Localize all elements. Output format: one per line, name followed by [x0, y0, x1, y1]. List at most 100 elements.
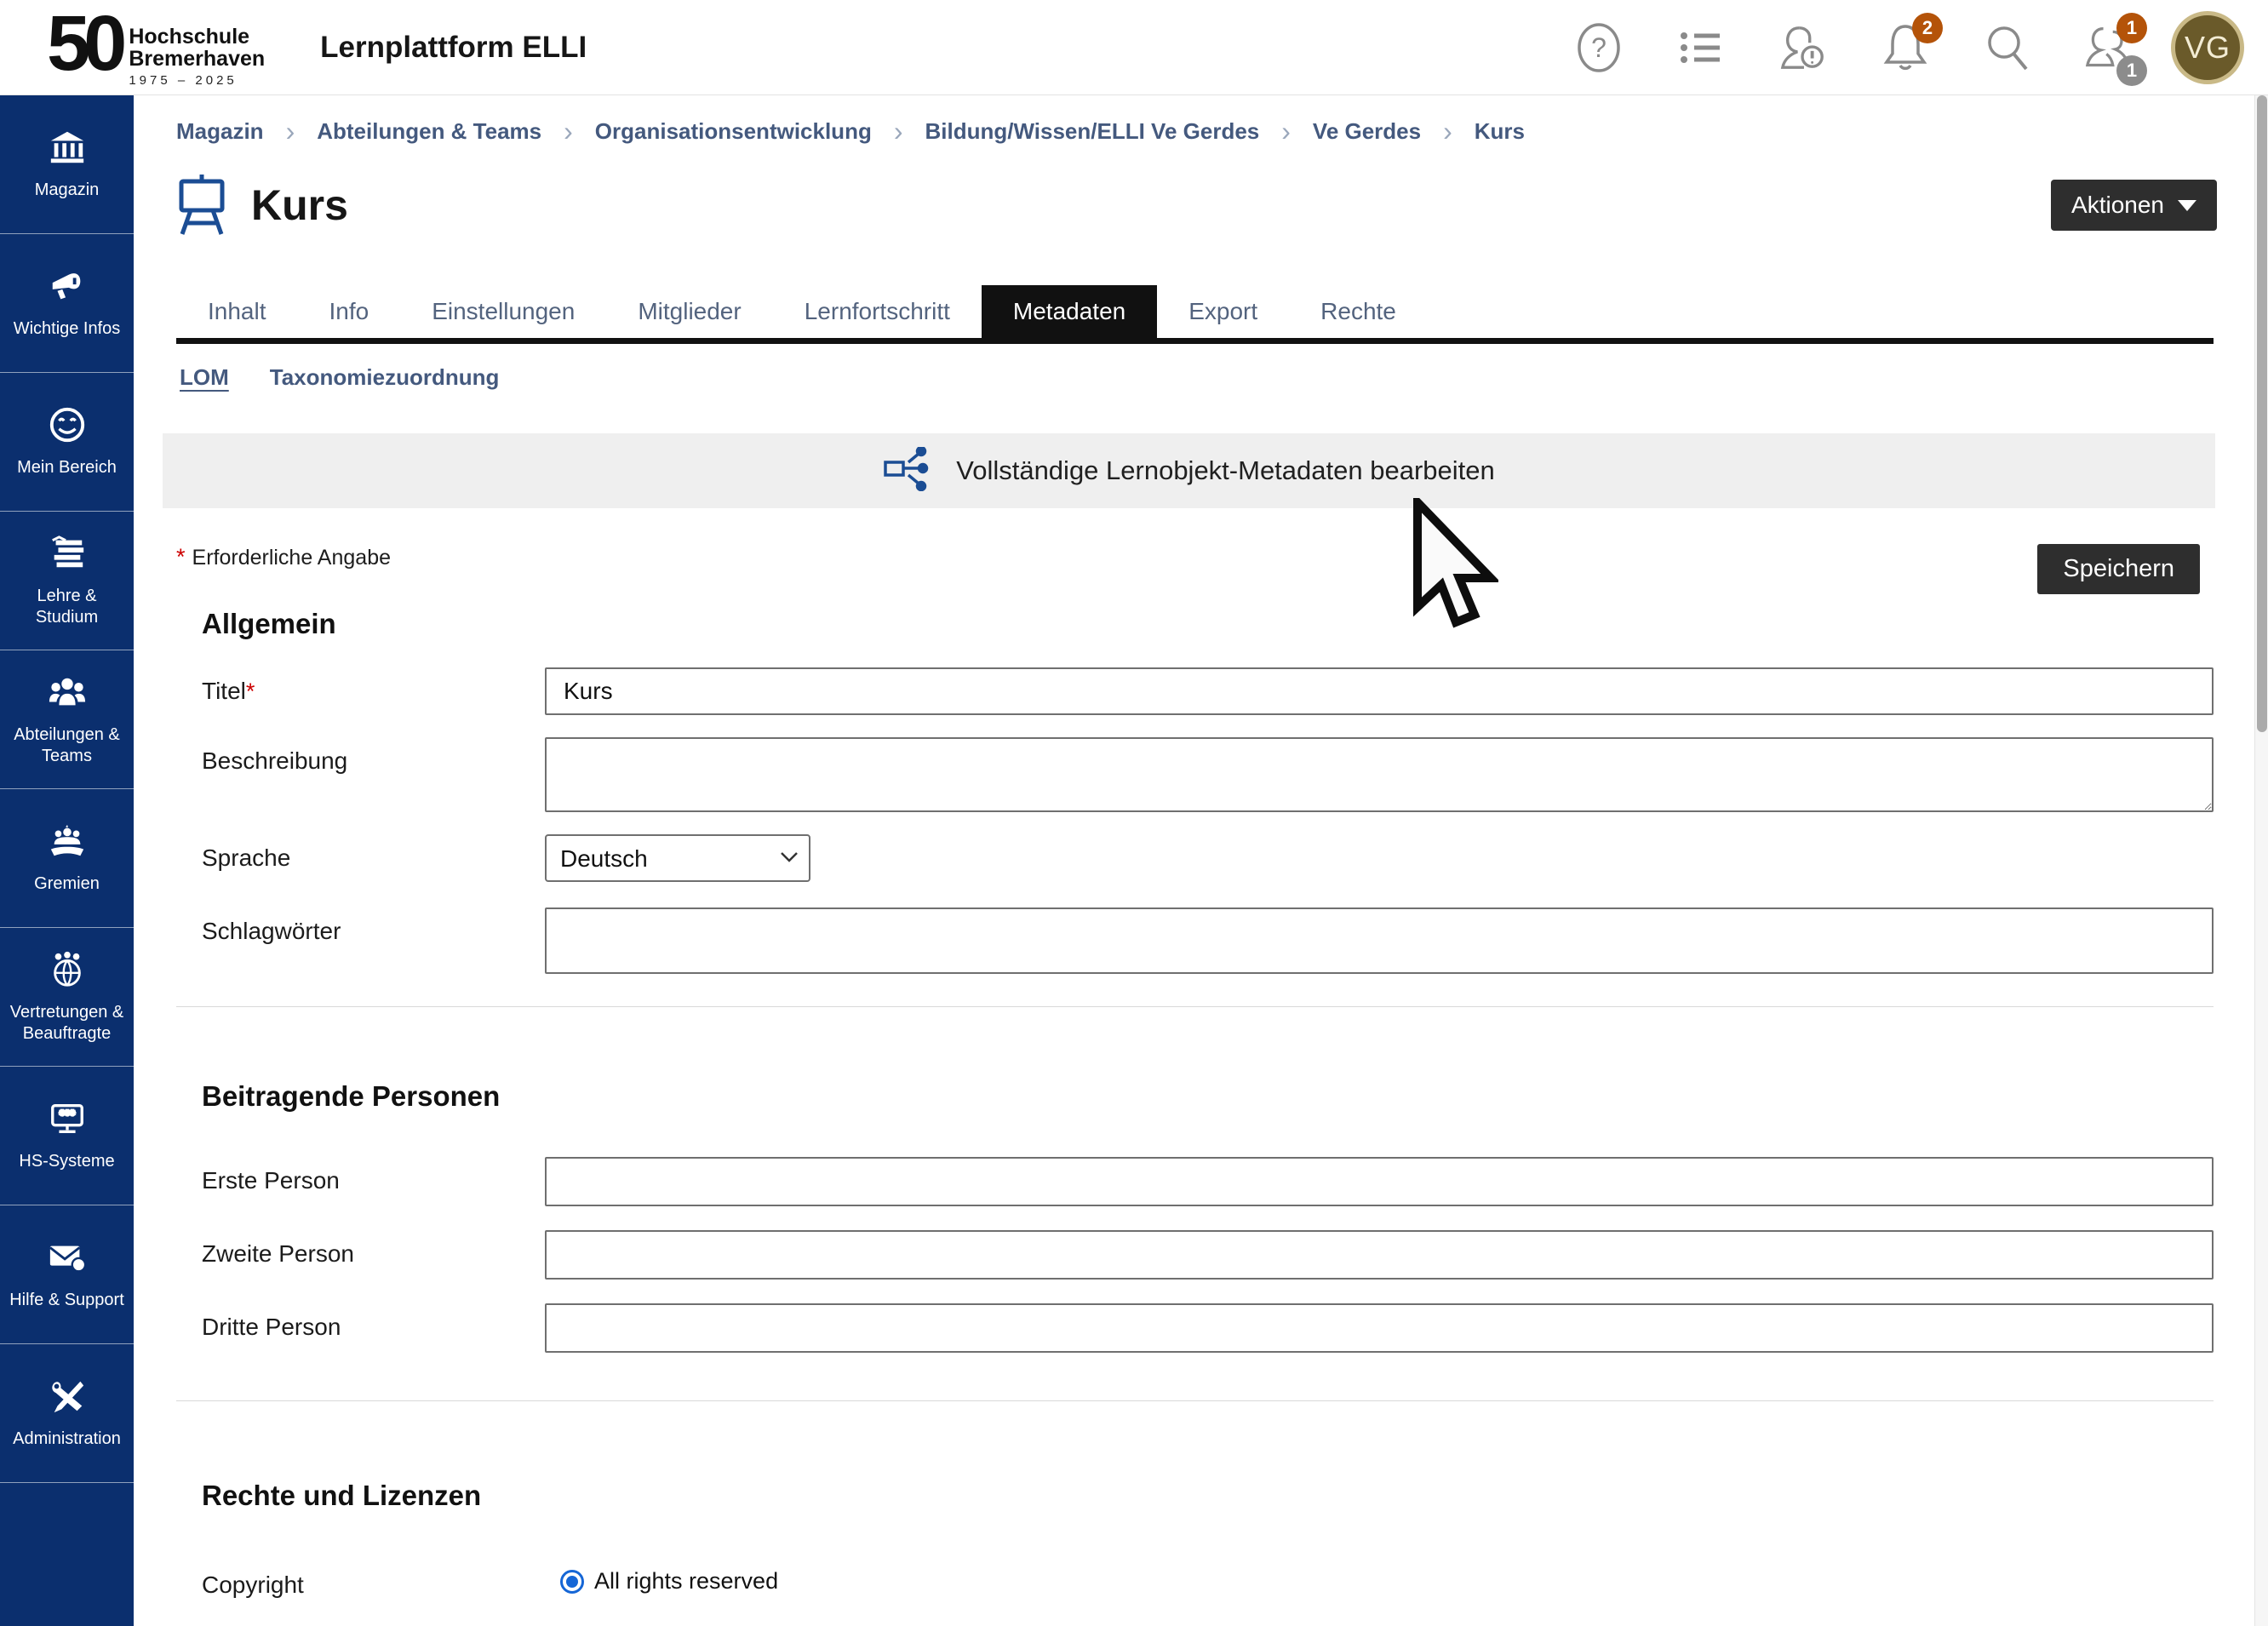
breadcrumb: Magazin› Abteilungen & Teams› Organisati…: [176, 116, 2214, 147]
hochschule-bremerhaven-logo[interactable]: 50 Hochschule Bremerhaven 1975 – 2025: [47, 7, 265, 88]
sidebar-item-label: HS-Systeme: [19, 1151, 114, 1172]
edit-full-metadata-banner[interactable]: Vollständige Lernobjekt-Metadaten bearbe…: [163, 433, 2215, 508]
copyright-label: Copyright: [176, 1561, 545, 1599]
notification-badge: 2: [1912, 13, 1943, 43]
sidebar-item-wichtige-infos[interactable]: Wichtige Infos: [0, 234, 134, 373]
committee-icon: [48, 822, 87, 865]
tab-rechte[interactable]: Rechte: [1289, 285, 1428, 338]
mail-question-icon: ?: [48, 1238, 87, 1281]
sidebar-item-label: Lehre & Studium: [5, 586, 129, 628]
banner-label: Vollständige Lernobjekt-Metadaten bearbe…: [956, 455, 1495, 486]
subtab-taxonomiezuordnung[interactable]: Taxonomiezuordnung: [270, 364, 500, 391]
contacts-badge-total: 1: [2116, 55, 2147, 86]
metadata-node-icon: [883, 447, 932, 495]
save-button[interactable]: Speichern: [2037, 544, 2200, 594]
sidebar-item-vertretungen-beauftragte[interactable]: Vertretungen & Beauftragte: [0, 928, 134, 1067]
logo-line2: Bremerhaven: [129, 48, 265, 70]
zweite-person-label: Zweite Person: [176, 1230, 545, 1268]
sidebar-item-label: Magazin: [35, 180, 100, 201]
tab-einstellungen[interactable]: Einstellungen: [400, 285, 606, 338]
required-asterisk: *: [246, 678, 255, 704]
bank-icon: [48, 128, 87, 171]
course-tabs: Inhalt Info Einstellungen Mitglieder Ler…: [176, 285, 2214, 344]
sidebar-item-label: Wichtige Infos: [14, 318, 121, 340]
people-group-icon: [48, 673, 87, 716]
section-heading-allgemein: Allgemein: [202, 608, 2214, 640]
todo-list-icon[interactable]: [1677, 20, 1725, 76]
sidebar-item-label: Mein Bereich: [17, 457, 117, 478]
sidebar-item-label: Hilfe & Support: [9, 1290, 124, 1311]
help-icon[interactable]: ?: [1575, 20, 1623, 76]
schlagwoerter-input[interactable]: [545, 907, 2214, 974]
sidebar-item-label: Administration: [13, 1428, 121, 1450]
tab-metadaten[interactable]: Metadaten: [982, 285, 1157, 338]
breadcrumb-bildung-wissen[interactable]: Bildung/Wissen/ELLI Ve Gerdes: [925, 118, 1260, 145]
sidebar-item-hilfe-support[interactable]: ? Hilfe & Support: [0, 1205, 134, 1344]
contacts-icon[interactable]: 1 1: [2086, 20, 2133, 76]
svg-text:***: ***: [60, 1108, 75, 1123]
vertical-scrollbar-thumb[interactable]: [2257, 95, 2267, 732]
required-field-note: *Erforderliche Angabe: [176, 544, 391, 570]
breadcrumb-magazin[interactable]: Magazin: [176, 118, 264, 145]
top-header: 50 Hochschule Bremerhaven 1975 – 2025 Le…: [0, 0, 2268, 95]
user-avatar[interactable]: VG: [2171, 11, 2244, 84]
actions-button[interactable]: Aktionen: [2051, 180, 2217, 231]
zweite-person-input[interactable]: [545, 1230, 2214, 1280]
app-title: Lernplattform ELLI: [320, 31, 587, 65]
main-sidebar: Magazin Wichtige Infos Mein Bereich Lehr…: [0, 95, 134, 1626]
notification-bell-icon[interactable]: 2: [1881, 20, 1929, 76]
tab-info[interactable]: Info: [298, 285, 401, 338]
breadcrumb-ve-gerdes[interactable]: Ve Gerdes: [1313, 118, 1421, 145]
logo-years: 1975 – 2025: [129, 73, 265, 88]
beschreibung-textarea[interactable]: [545, 737, 2214, 812]
subtab-lom[interactable]: LOM: [180, 364, 229, 391]
breadcrumb-organisationsentwicklung[interactable]: Organisationsentwicklung: [595, 118, 872, 145]
sidebar-item-mein-bereich[interactable]: Mein Bereich: [0, 373, 134, 512]
tab-export[interactable]: Export: [1157, 285, 1289, 338]
sidebar-item-lehre-studium[interactable]: Lehre & Studium: [0, 512, 134, 650]
course-board-icon: [176, 173, 227, 238]
copyright-radio-label: All rights reserved: [594, 1568, 778, 1595]
copyright-radio-all-rights-reserved[interactable]: [560, 1570, 584, 1594]
dritte-person-label: Dritte Person: [176, 1303, 545, 1341]
books-icon: [48, 534, 87, 577]
section-divider: [176, 1400, 2214, 1401]
dritte-person-input[interactable]: [545, 1303, 2214, 1353]
sidebar-item-administration[interactable]: Administration: [0, 1344, 134, 1483]
main-content: Magazin› Abteilungen & Teams› Organisati…: [134, 95, 2254, 1626]
tools-icon: [48, 1377, 87, 1420]
sidebar-item-gremien[interactable]: Gremien: [0, 789, 134, 928]
sidebar-item-abteilungen-teams[interactable]: Abteilungen & Teams: [0, 650, 134, 789]
monitor-icon: ***: [48, 1099, 87, 1142]
titel-input[interactable]: [545, 667, 2214, 715]
metadata-subtabs: LOM Taxonomiezuordnung: [176, 364, 2214, 391]
section-heading-rechte-lizenzen: Rechte und Lizenzen: [202, 1480, 2214, 1512]
logo-line1: Hochschule: [129, 26, 265, 48]
svg-text:?: ?: [75, 1261, 81, 1271]
tab-mitglieder[interactable]: Mitglieder: [606, 285, 772, 338]
sidebar-item-magazin[interactable]: Magazin: [0, 95, 134, 234]
titel-label: Titel*: [176, 667, 545, 705]
breadcrumb-abteilungen-teams[interactable]: Abteilungen & Teams: [317, 118, 541, 145]
erste-person-input[interactable]: [545, 1157, 2214, 1206]
user-status-icon[interactable]: [1779, 20, 1827, 76]
tab-inhalt[interactable]: Inhalt: [176, 285, 298, 338]
sidebar-item-hs-systeme[interactable]: *** HS-Systeme: [0, 1067, 134, 1205]
sidebar-item-label: Vertretungen & Beauftragte: [5, 1002, 129, 1045]
contacts-badge-new: 1: [2116, 13, 2147, 43]
sidebar-item-label: Abteilungen & Teams: [5, 724, 129, 767]
sprache-label: Sprache: [176, 834, 545, 872]
erste-person-label: Erste Person: [176, 1157, 545, 1194]
megaphone-icon: [48, 266, 87, 310]
chevron-down-icon: [2178, 200, 2196, 211]
search-icon[interactable]: [1984, 20, 2031, 76]
section-divider: [176, 1006, 2214, 1007]
beschreibung-label: Beschreibung: [176, 737, 545, 775]
section-heading-beitragende-personen: Beitragende Personen: [202, 1080, 2214, 1113]
breadcrumb-kurs[interactable]: Kurs: [1475, 118, 1525, 145]
vertical-scrollbar-track: [2254, 95, 2268, 1626]
schlagwoerter-label: Schlagwörter: [176, 907, 545, 945]
sprache-select[interactable]: Deutsch: [545, 834, 810, 882]
tab-lernfortschritt[interactable]: Lernfortschritt: [773, 285, 982, 338]
sidebar-item-label: Gremien: [34, 873, 100, 895]
